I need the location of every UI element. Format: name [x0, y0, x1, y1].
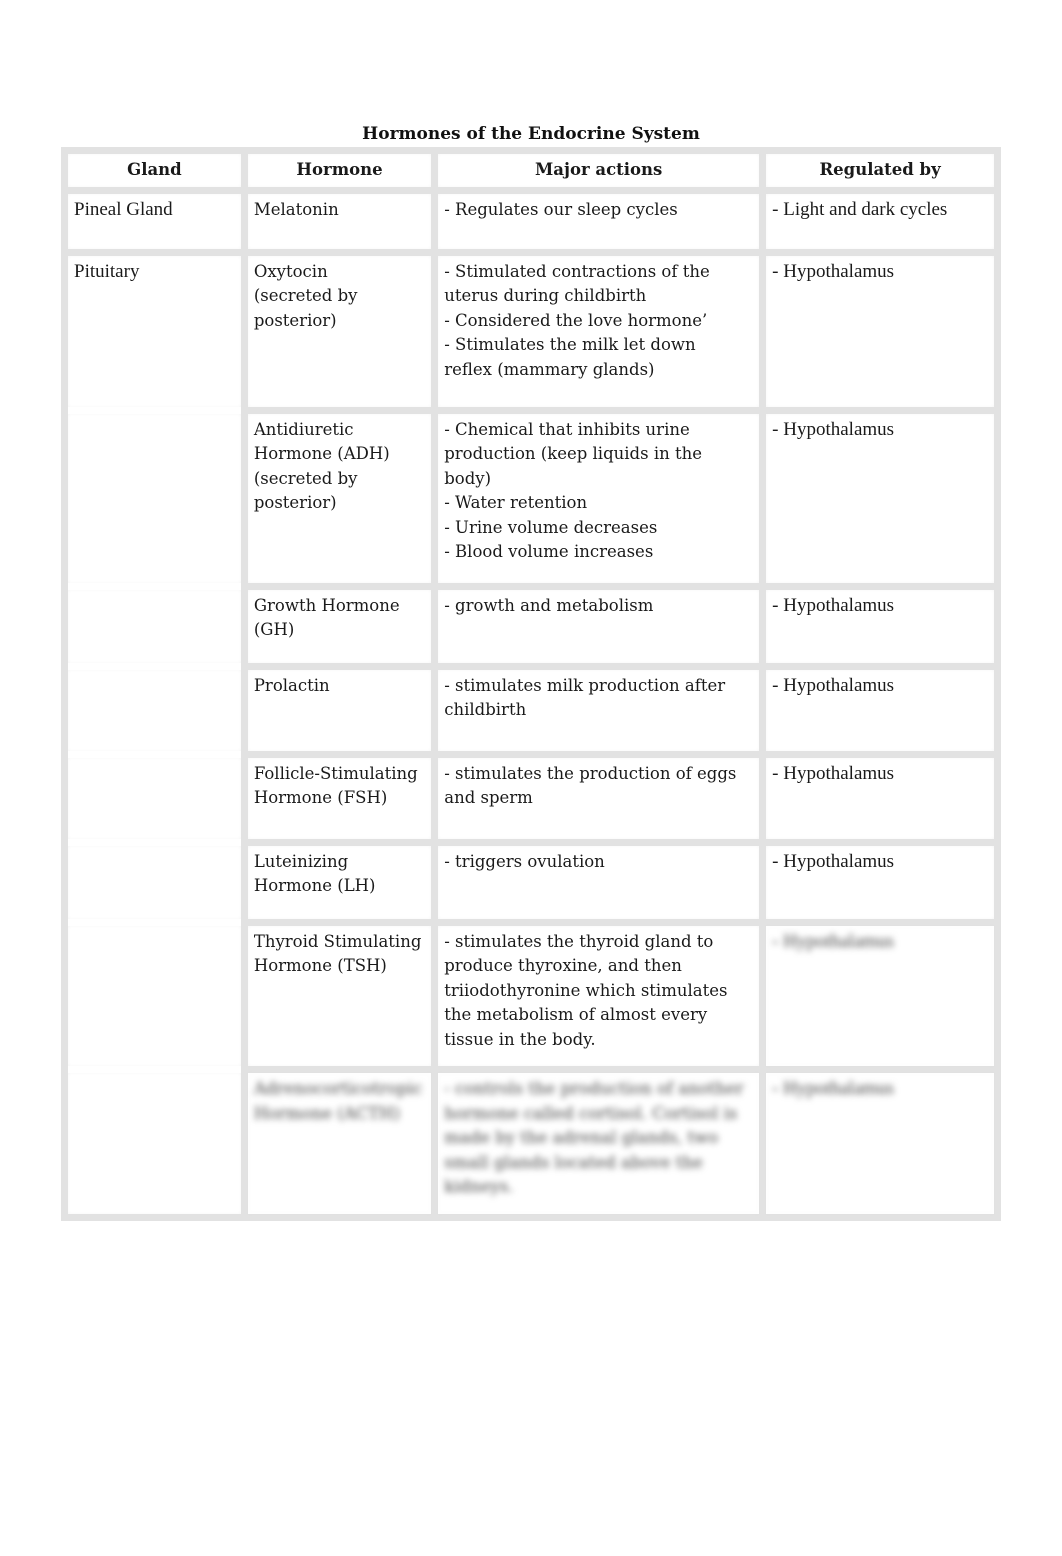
action-line: - Chemical that inhibits urine: [444, 419, 690, 439]
action-line: - Blood volume increases: [444, 542, 654, 561]
cell-hormone: Prolactin: [240, 662, 439, 758]
hormone-line: Follicle-Stimulating: [253, 763, 418, 783]
hormone-line: posterior): [253, 310, 337, 330]
hormone-line: Luteinizing: [253, 851, 349, 871]
cell-major-actions: - Chemical that inhibits urine production…: [431, 406, 767, 590]
action-line: - Considered the love hormone’: [444, 310, 708, 330]
cell-gland: [61, 666, 248, 754]
cell-regulated-by: - Hypothalamus: [759, 838, 1001, 926]
cell-regulated-by: - Hypothalamus: [759, 1066, 1001, 1221]
cell-major-actions: - stimulates the thyroid gland to produce…: [431, 918, 767, 1073]
table-header-row: Gland Hormone Major actions Regulated by: [61, 147, 1001, 194]
action-line: production (keep liquids in the: [444, 444, 702, 463]
cell-regulated-by: - Hypothalamus: [759, 918, 1001, 1073]
cell-major-actions: - growth and metabolism: [431, 582, 767, 670]
action-line: body): [444, 468, 492, 488]
cell-hormone: Thyroid Stimulating Hormone (TSH): [240, 918, 439, 1073]
action-line: small glands located above the: [444, 1152, 703, 1172]
hormone-line: (secreted by: [253, 286, 358, 305]
action-line: childbirth: [444, 700, 527, 719]
cell-gland: [61, 754, 248, 842]
cell-hormone: Melatonin: [240, 186, 439, 256]
cell-regulated-by: - Hypothalamus: [759, 248, 1001, 414]
header-gland: Gland: [61, 147, 248, 194]
cell-regulated-by: - Hypothalamus: [759, 582, 1001, 670]
table-row: Growth Hormone (GH) - growth and metabolis…: [61, 582, 1001, 670]
table-row: Adrenocorticotropic Hormone (ACTH) - contr…: [61, 1066, 1001, 1221]
hormone-line: Antidiuretic: [253, 419, 354, 439]
cell-gland: [61, 922, 248, 1070]
action-line: reflex (mammary glands): [444, 359, 655, 379]
hormone-line: Melatonin: [253, 199, 339, 219]
cell-hormone: Oxytocin (secreted by posterior): [240, 248, 439, 414]
cell-major-actions: - stimulates the production of eggs and s…: [431, 750, 767, 846]
hormone-line: Hormone (FSH): [253, 788, 388, 807]
action-line: - Stimulates the milk let down: [444, 335, 696, 354]
hormone-line: Hormone (ADH): [253, 444, 390, 463]
action-line: - growth and metabolism: [444, 595, 654, 615]
cell-major-actions: - Regulates our sleep cycles: [431, 186, 767, 256]
action-line: - Stimulated contractions of the: [444, 261, 710, 281]
cell-regulated-by: - Hypothalamus: [759, 750, 1001, 846]
cell-gland: Pineal Gland: [61, 186, 248, 256]
hormone-line: Adrenocorticotropic: [253, 1079, 423, 1098]
action-line: - stimulates the thyroid gland to: [444, 931, 714, 951]
cell-regulated-by: - Hypothalamus: [759, 662, 1001, 758]
action-line: - Urine volume decreases: [444, 517, 658, 537]
cell-major-actions: - controls the production of another horm…: [431, 1066, 767, 1221]
table-row: Thyroid Stimulating Hormone (TSH) - stimul…: [61, 918, 1001, 1073]
table-row: Follicle-Stimulating Hormone (FSH) - stimu…: [61, 750, 1001, 846]
hormone-line: (secreted by: [253, 468, 358, 488]
action-line: kidneys.: [444, 1177, 514, 1196]
table-row: Antidiuretic Hormone (ADH) (secreted by pos…: [61, 406, 1001, 590]
cell-gland: [61, 842, 248, 922]
cell-gland: Pituitary: [61, 248, 248, 410]
table-row: Luteinizing Hormone (LH) - triggers ovulat…: [61, 838, 1001, 926]
table-row: Pituitary Oxytocin (secreted by posterior) -…: [61, 248, 1001, 414]
action-line: hormone called cortisol. Cortisol is: [444, 1103, 738, 1123]
cell-hormone: Follicle-Stimulating Hormone (FSH): [240, 750, 439, 846]
cell-major-actions: - Stimulated contractions of the uterus d…: [431, 248, 767, 414]
cell-major-actions: - stimulates milk production after childb…: [431, 662, 767, 758]
table-row: Prolactin - stimulates milk production af…: [61, 662, 1001, 758]
hormones-table: Gland Hormone Major actions Regulated by…: [61, 147, 1001, 1221]
cell-regulated-by: - Light and dark cycles: [759, 186, 1001, 256]
action-line: made by the adrenal glands, two: [444, 1128, 719, 1147]
cell-major-actions: - triggers ovulation: [431, 838, 767, 926]
cell-gland: [61, 410, 248, 586]
hormone-line: Oxytocin: [253, 261, 328, 281]
header-major-actions: Major actions: [431, 147, 767, 194]
action-line: and sperm: [444, 788, 533, 807]
hormone-line: Hormone (TSH): [253, 956, 387, 975]
header-regulated-by: Regulated by: [759, 147, 1001, 194]
action-line: produce thyroxine, and then: [444, 956, 682, 975]
cell-regulated-by: - Hypothalamus: [759, 406, 1001, 590]
action-line: tissue in the body.: [444, 1029, 596, 1049]
action-line: - Water retention: [444, 493, 588, 512]
action-line: - Regulates our sleep cycles: [444, 199, 678, 219]
action-line: - stimulates milk production after: [444, 675, 726, 695]
hormone-line: posterior): [253, 493, 337, 512]
action-line: uterus during childbirth: [444, 286, 647, 305]
action-line: the metabolism of almost every: [444, 1005, 708, 1024]
cell-gland: [61, 586, 248, 666]
hormone-line: Hormone (LH): [253, 876, 376, 895]
action-line: triiodothyronine which stimulates: [444, 980, 728, 1000]
table-row: Pineal Gland Melatonin - Regulates our sle…: [61, 186, 1001, 256]
hormone-line: Growth Hormone: [253, 595, 400, 615]
cell-hormone: Luteinizing Hormone (LH): [240, 838, 439, 926]
hormone-line: (GH): [253, 620, 295, 639]
cell-hormone: Antidiuretic Hormone (ADH) (secreted by pos…: [240, 406, 439, 590]
hormone-line: Hormone (ACTH): [253, 1103, 401, 1123]
hormone-line: Prolactin: [253, 675, 330, 695]
cell-hormone: Adrenocorticotropic Hormone (ACTH): [240, 1066, 439, 1221]
hormone-line: Thyroid Stimulating: [253, 931, 422, 951]
header-hormone: Hormone: [240, 147, 439, 194]
action-line: - controls the production of another: [444, 1079, 744, 1098]
action-line: - stimulates the production of eggs: [444, 763, 737, 783]
document-title: Hormones of the Endocrine System: [362, 124, 700, 144]
action-line: - triggers ovulation: [444, 851, 605, 871]
cell-gland: [61, 1069, 248, 1221]
cell-hormone: Growth Hormone (GH): [240, 582, 439, 670]
